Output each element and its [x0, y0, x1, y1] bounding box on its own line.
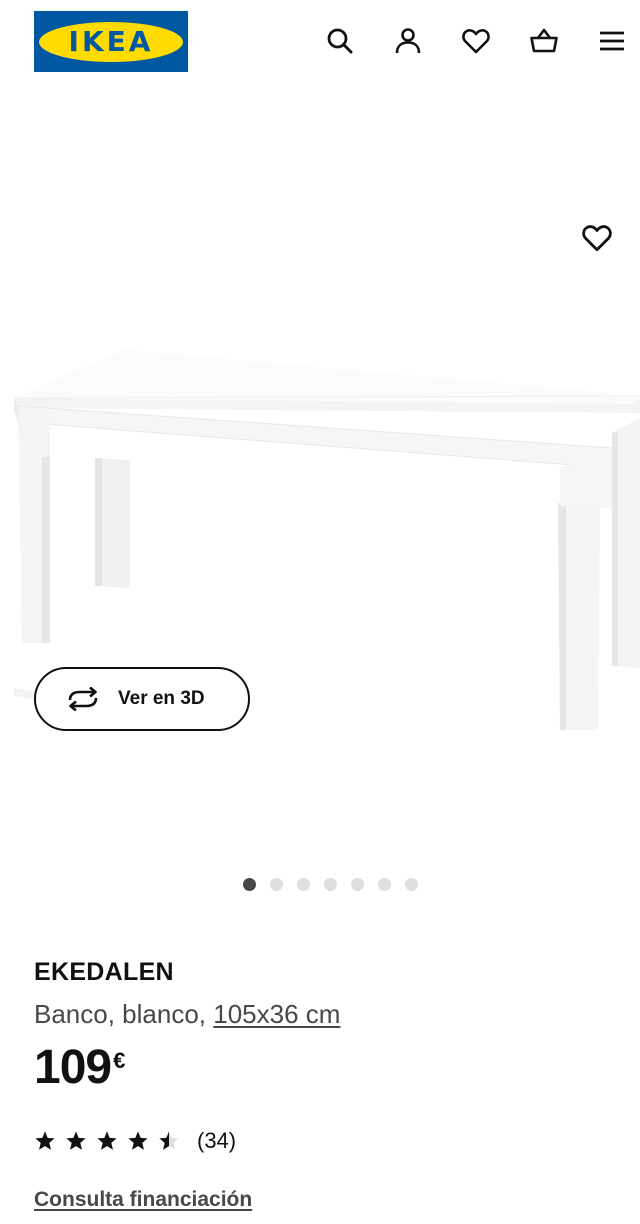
cart-icon[interactable] [526, 23, 562, 59]
logo-text: IKEA [68, 24, 154, 58]
account-icon[interactable] [390, 23, 426, 59]
carousel-dot[interactable] [378, 878, 391, 891]
product-image-gallery[interactable]: Ver en 3D [0, 88, 640, 858]
product-price: 109 € [34, 1044, 125, 1092]
rotate-3d-icon [64, 685, 104, 713]
carousel-dot[interactable] [405, 878, 418, 891]
star-icon [97, 1131, 117, 1150]
star-icon [66, 1131, 86, 1150]
carousel-indicator [243, 878, 432, 891]
search-icon[interactable] [322, 23, 358, 59]
product-rating[interactable]: (34) [34, 1128, 236, 1154]
favourites-icon[interactable] [458, 23, 494, 59]
star-icon [128, 1131, 148, 1150]
carousel-dot[interactable] [324, 878, 337, 891]
star-icon [35, 1131, 55, 1150]
half-star-icon [159, 1131, 179, 1150]
carousel-dot[interactable] [297, 878, 310, 891]
product-type: Banco, blanco, [34, 999, 207, 1029]
carousel-dot[interactable] [270, 878, 283, 891]
logo-oval: IKEA [39, 21, 183, 62]
product-description: Banco, blanco, 105x36 cm [34, 999, 340, 1030]
financing-link[interactable]: Consulta financiación [34, 1188, 252, 1212]
ikea-logo[interactable]: IKEA [34, 11, 188, 72]
menu-icon[interactable] [594, 23, 630, 59]
heart-outline-icon[interactable] [578, 220, 616, 256]
price-amount: 109 [34, 1041, 112, 1094]
product-dimensions-link[interactable]: 105x36 cm [213, 999, 340, 1029]
carousel-dot[interactable] [243, 878, 256, 891]
view-3d-button[interactable]: Ver en 3D [34, 667, 250, 731]
site-header: IKEA [0, 0, 640, 88]
product-name: EKEDALEN [34, 958, 174, 986]
review-count: (34) [197, 1128, 237, 1153]
carousel-dot[interactable] [351, 878, 364, 891]
price-currency: € [113, 1048, 126, 1073]
view-3d-label: Ver en 3D [118, 688, 205, 709]
